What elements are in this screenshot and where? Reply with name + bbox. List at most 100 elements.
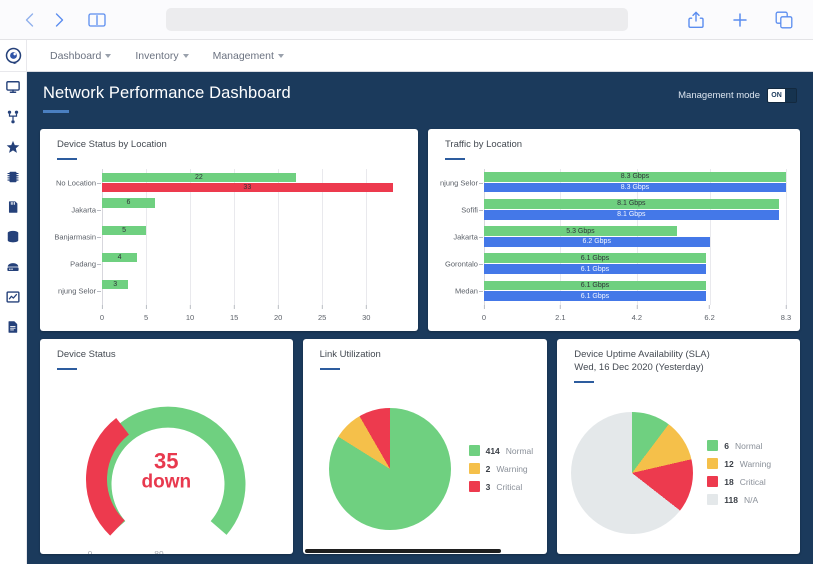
bar-traffic-out[interactable]: 6.1 Gbps xyxy=(483,291,706,302)
legend-item[interactable]: 18 Critical xyxy=(707,476,771,487)
card-subtitle-text: Wed, 16 Dec 2020 (Yesterday) xyxy=(574,361,704,373)
legend-item[interactable]: 3 Critical xyxy=(468,481,534,492)
bar-traffic-out[interactable]: 8.3 Gbps xyxy=(483,182,786,193)
bar-traffic-in[interactable]: 6.1 Gbps xyxy=(483,253,706,264)
app-logo-icon xyxy=(5,47,21,64)
axis-tick xyxy=(478,209,483,211)
legend-label: Warning xyxy=(739,458,772,469)
bar-down[interactable]: 33 xyxy=(102,183,393,193)
bar-traffic-in[interactable]: 6.1 Gbps xyxy=(483,280,706,291)
x-tick-label: 5 xyxy=(143,313,149,322)
axis-tick xyxy=(97,236,101,238)
legend-item[interactable]: 6 Normal xyxy=(707,440,771,451)
share-button[interactable] xyxy=(685,8,707,32)
bar-group: No Location 22 33 xyxy=(56,169,398,196)
management-mode-label: Management mode xyxy=(678,90,760,101)
bar-normal[interactable]: 6 xyxy=(102,198,155,208)
widget-row-top: Device Status by Location No Location 22… xyxy=(40,129,800,331)
bar-value-label: 6.1 Gbps xyxy=(580,254,610,262)
forward-button[interactable] xyxy=(44,7,74,33)
chart-link-utilization: 414 Normal 2 Warning 3 Critical xyxy=(303,383,548,554)
bar-traffic-out[interactable]: 6.2 Gbps xyxy=(483,236,710,247)
chevron-down-icon xyxy=(182,53,189,58)
x-tick-label: 0 xyxy=(99,313,105,322)
toggle-knob xyxy=(785,89,796,102)
show-tabs-button[interactable] xyxy=(773,8,795,32)
menu-management[interactable]: Management xyxy=(213,50,284,62)
bar-normal[interactable]: 3 xyxy=(102,279,129,290)
chevron-down-icon xyxy=(277,53,284,58)
server-icon xyxy=(7,263,19,272)
chevron-left-icon xyxy=(25,12,33,27)
bookmarks-button[interactable] xyxy=(80,7,114,33)
menu-dashboard-label: Dashboard xyxy=(50,49,102,62)
page-title-block: Network Performance Dashboard xyxy=(43,84,291,113)
menu-inventory[interactable]: Inventory xyxy=(135,50,189,62)
legend-item[interactable]: 414 Normal xyxy=(468,445,533,456)
x-axis-tick: 4.2 xyxy=(632,305,642,322)
gauge-value: 35 xyxy=(154,448,179,474)
bar-traffic-out[interactable]: 6.1 Gbps xyxy=(483,264,706,274)
bar-value-label: 8.1 Gbps xyxy=(617,211,646,219)
bar-normal[interactable]: 5 xyxy=(102,225,147,235)
app-window: Dashboard Inventory Management Network P… xyxy=(0,0,813,564)
gauge-center-readout: 35 down xyxy=(141,448,191,492)
x-axis-tick: 6.2 xyxy=(704,305,715,322)
legend-item[interactable]: 12 Warning xyxy=(707,458,771,469)
sidebar-item-devices[interactable] xyxy=(0,162,27,192)
legend-value: 6 xyxy=(724,440,730,451)
sidebar-item-database[interactable] xyxy=(0,222,27,252)
legend-item[interactable]: 2 Warning xyxy=(468,463,534,474)
sidebar-item-storage-cards[interactable] xyxy=(0,192,27,222)
pie-device-uptime-sla[interactable] xyxy=(571,411,694,534)
category-label: No Location xyxy=(55,178,96,188)
browser-actions xyxy=(685,8,799,32)
bar-traffic-in[interactable]: 8.1 Gbps xyxy=(483,198,779,209)
bar-value-label: 6.1 Gbps xyxy=(580,265,610,273)
category-label: njung Selor xyxy=(58,286,96,296)
x-tick-label: 8.3 xyxy=(780,313,792,322)
pie-link-utilization[interactable] xyxy=(328,407,451,530)
sidebar-item-servers[interactable] xyxy=(0,252,27,282)
page-title: Network Performance Dashboard xyxy=(43,84,291,102)
bar-traffic-in[interactable]: 5.3 Gbps xyxy=(483,226,677,236)
sidebar-item-documents[interactable] xyxy=(0,312,27,342)
legend-value: 18 xyxy=(724,476,734,487)
management-mode-state: ON xyxy=(768,89,785,102)
sidebar-item-reports[interactable] xyxy=(0,282,27,312)
x-tick-label: 20 xyxy=(273,313,283,322)
bar-traffic-in[interactable]: 8.3 Gbps xyxy=(483,171,786,182)
menu-dashboard[interactable]: Dashboard xyxy=(50,49,112,62)
bar-value-label: 8.3 Gbps xyxy=(620,183,650,191)
management-mode-toggle[interactable]: ON xyxy=(767,88,797,103)
legend-value: 118 xyxy=(724,494,738,505)
x-axis-tick: 10 xyxy=(186,305,194,322)
x-tick-label: 6.2 xyxy=(704,313,715,322)
share-icon xyxy=(688,11,704,28)
card-underline xyxy=(57,367,77,371)
legend-swatch-warning xyxy=(707,458,719,469)
bar-traffic-out[interactable]: 8.1 Gbps xyxy=(483,209,779,220)
new-tab-button[interactable] xyxy=(729,8,751,32)
dashboard-header: Network Performance Dashboard Management… xyxy=(27,72,813,129)
address-bar[interactable] xyxy=(166,8,628,31)
widget-grid: Device Status by Location No Location 22… xyxy=(27,129,813,554)
plot-area: njung Selor 8.3 Gbps 8.3 Gbps Sofifi 8.1… xyxy=(440,169,787,305)
bar-group: Medan 6.1 Gbps 6.1 Gbps xyxy=(455,278,786,305)
horizontal-scrollbar[interactable] xyxy=(304,549,501,553)
bar-normal[interactable]: 22 xyxy=(102,172,296,183)
left-icon-rail xyxy=(0,40,27,564)
bar-value-label: 8.1 Gbps xyxy=(617,200,646,208)
sidebar-item-favorites[interactable] xyxy=(0,132,27,162)
sidebar-item-monitoring[interactable] xyxy=(0,72,27,102)
bar-group: Jakarta 5.3 Gbps 6.2 Gbps xyxy=(453,223,786,250)
management-mode-control[interactable]: Management mode ON xyxy=(678,84,797,103)
app-logo[interactable] xyxy=(0,40,27,72)
back-button[interactable] xyxy=(14,7,44,33)
legend-item[interactable]: 118 N/A xyxy=(707,494,771,505)
topology-icon xyxy=(7,110,19,124)
x-tick-label: 2.1 xyxy=(555,313,566,322)
sidebar-item-topology[interactable] xyxy=(0,102,27,132)
bar-normal[interactable]: 4 xyxy=(102,252,138,262)
x-axis-tick: 25 xyxy=(318,305,326,322)
